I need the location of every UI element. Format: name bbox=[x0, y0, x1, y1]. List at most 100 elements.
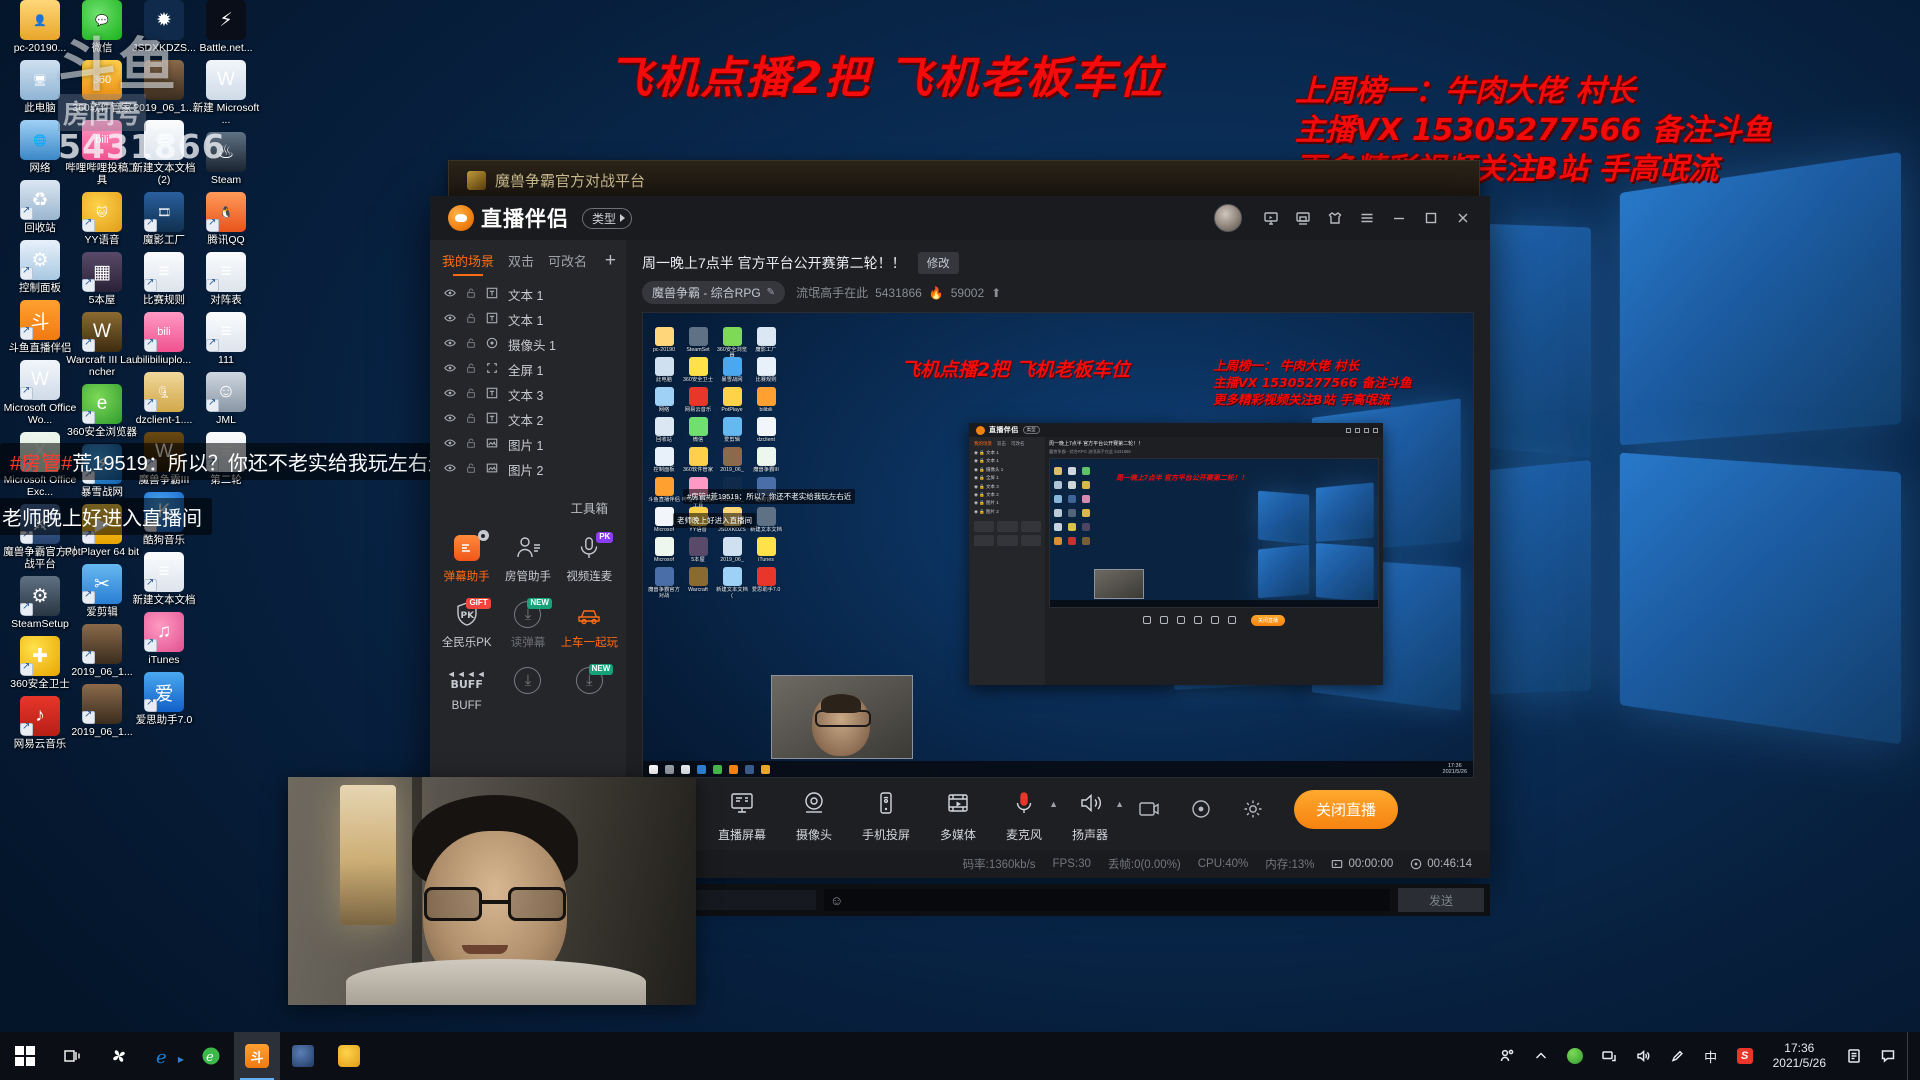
chat-input-field[interactable]: ☺ bbox=[824, 889, 1390, 911]
source-list-item[interactable]: 图片 1 bbox=[430, 432, 626, 457]
desktop-icon[interactable]: W 新建 Microsoft ... bbox=[188, 60, 264, 126]
desktop-icon[interactable]: 爱爱思助手7.0 bbox=[126, 672, 202, 726]
source-list-item[interactable]: 文本 1 bbox=[430, 307, 626, 332]
ie-icon[interactable]: e ▶ bbox=[142, 1032, 188, 1080]
desktop-icon[interactable]: ♫ iTunes bbox=[126, 612, 202, 666]
preview-nested-tab: 双击 bbox=[997, 441, 1006, 446]
scene-tab[interactable]: 双击 bbox=[508, 241, 534, 279]
shirt-icon[interactable] bbox=[1320, 203, 1350, 233]
desktop-icon[interactable]: ≡ 111 bbox=[188, 312, 264, 366]
people-icon[interactable] bbox=[1492, 1032, 1522, 1080]
control-phone-cast-button[interactable]: 手机投屏 bbox=[862, 790, 910, 843]
taskbar-clock[interactable]: 17:36 2021/5/26 bbox=[1764, 1041, 1835, 1071]
screen-share-icon[interactable] bbox=[1256, 203, 1286, 233]
lock-icon[interactable] bbox=[465, 437, 477, 452]
wc3-platform-window[interactable]: 魔兽争霸官方对战平台 bbox=[448, 160, 1480, 200]
toolbox-item[interactable]: ◄◄◄◄ BUFF BUFF bbox=[436, 660, 497, 716]
action-center-icon[interactable] bbox=[1873, 1032, 1903, 1080]
control-microphone-button[interactable]: 麦克风 ▲ bbox=[1006, 790, 1058, 843]
text-icon bbox=[486, 287, 498, 302]
notes-icon[interactable] bbox=[1839, 1032, 1869, 1080]
source-list-item[interactable]: 文本 3 bbox=[430, 382, 626, 407]
lock-icon[interactable] bbox=[465, 362, 477, 377]
smiley-icon[interactable]: ☺ bbox=[830, 893, 843, 908]
edit-title-button[interactable]: 修改 bbox=[917, 252, 959, 274]
minimize-icon[interactable] bbox=[1384, 203, 1414, 233]
yy-cat-icon[interactable] bbox=[326, 1032, 372, 1080]
save-icon[interactable] bbox=[1288, 203, 1318, 233]
menu-icon[interactable] bbox=[1352, 203, 1382, 233]
sogou-icon[interactable]: S bbox=[1730, 1032, 1760, 1080]
visibility-eye-icon[interactable] bbox=[444, 462, 456, 477]
chevron-up-icon[interactable]: ▲ bbox=[1049, 799, 1058, 809]
desktop-icon[interactable]: 🐧 腾讯QQ bbox=[188, 192, 264, 246]
douyu-logo-icon bbox=[448, 205, 474, 231]
settings-gear-icon[interactable] bbox=[1242, 798, 1264, 820]
lock-icon[interactable] bbox=[465, 337, 477, 352]
toolbox-item[interactable]: 上车一起玩 bbox=[559, 594, 620, 654]
toolbox-item[interactable]: NEW 读弹幕 bbox=[497, 594, 558, 654]
gear-icon[interactable] bbox=[477, 530, 489, 541]
source-list-item[interactable]: 图片 2 bbox=[430, 457, 626, 482]
toolbox-item[interactable]: PK GIFT 全民乐PK bbox=[436, 594, 497, 654]
scene-tab[interactable]: 我的场景 bbox=[442, 241, 494, 279]
toolbox-item[interactable] bbox=[497, 660, 558, 716]
chat-send-button[interactable]: 发送 bbox=[1398, 888, 1484, 912]
pen-icon[interactable] bbox=[1662, 1032, 1692, 1080]
toolbox-item[interactable]: NEW bbox=[559, 660, 620, 716]
stream-type-button[interactable]: 类型 bbox=[582, 207, 633, 229]
visibility-eye-icon[interactable] bbox=[444, 412, 456, 427]
source-list-item[interactable]: 文本 1 bbox=[430, 282, 626, 307]
chevron-up-icon[interactable]: ▲ bbox=[1115, 799, 1124, 809]
visibility-eye-icon[interactable] bbox=[444, 387, 456, 402]
lock-icon[interactable] bbox=[465, 287, 477, 302]
desktop-icon[interactable]: ⚡ Battle.net... bbox=[188, 0, 264, 54]
desktop-icon[interactable]: ≡ 新建文本文档 bbox=[126, 552, 202, 606]
user-avatar[interactable] bbox=[1214, 204, 1242, 232]
preview-desktop-icon: 新建文本文档 ( bbox=[715, 567, 749, 599]
stop-live-button[interactable]: 关闭直播 bbox=[1294, 789, 1399, 829]
ime-cn-icon[interactable]: 中 bbox=[1696, 1032, 1726, 1080]
lock-icon[interactable] bbox=[465, 387, 477, 402]
visibility-eye-icon[interactable] bbox=[444, 362, 456, 377]
visibility-eye-icon[interactable] bbox=[444, 312, 456, 327]
desktop-icon[interactable]: ☺ JML bbox=[188, 372, 264, 426]
windows-start-icon[interactable] bbox=[0, 1032, 50, 1080]
control-webcam-button[interactable]: 摄像头 bbox=[796, 790, 832, 843]
close-icon[interactable] bbox=[1448, 203, 1478, 233]
source-list-item[interactable]: 摄像头 1 bbox=[430, 332, 626, 357]
360-shield-icon[interactable] bbox=[1560, 1032, 1590, 1080]
volume-icon[interactable] bbox=[1628, 1032, 1658, 1080]
source-list-item[interactable]: 文本 2 bbox=[430, 407, 626, 432]
lock-icon[interactable] bbox=[465, 312, 477, 327]
toolbox-item[interactable]: PK 视频连麦 bbox=[559, 528, 620, 588]
control-speaker-button[interactable]: 扬声器 ▲ bbox=[1072, 790, 1124, 843]
wc3-icon[interactable] bbox=[280, 1032, 326, 1080]
douyu-icon[interactable]: 斗 bbox=[234, 1032, 280, 1080]
desktop-icon[interactable]: ≡ 对阵表 bbox=[188, 252, 264, 306]
show-desktop-button[interactable] bbox=[1907, 1032, 1914, 1080]
control-media-button[interactable]: 多媒体 bbox=[940, 790, 976, 843]
lock-icon[interactable] bbox=[465, 462, 477, 477]
source-list-item[interactable]: 全屏 1 bbox=[430, 357, 626, 382]
scene-tab[interactable]: 可改名 bbox=[548, 241, 587, 279]
add-scene-button[interactable]: + bbox=[605, 251, 616, 270]
control-monitor-button[interactable]: 直播屏幕 bbox=[718, 790, 766, 843]
visibility-eye-icon[interactable] bbox=[444, 287, 456, 302]
network-icon[interactable] bbox=[1594, 1032, 1624, 1080]
360-browser-icon[interactable]: e bbox=[188, 1032, 234, 1080]
chevron-up-icon[interactable] bbox=[1526, 1032, 1556, 1080]
desktop-icon[interactable]: ♨ Steam bbox=[188, 132, 264, 186]
category-selector[interactable]: 魔兽争霸 - 综合RPG ✎ bbox=[642, 281, 786, 304]
visibility-eye-icon[interactable] bbox=[444, 337, 456, 352]
fan-icon[interactable] bbox=[96, 1032, 142, 1080]
lock-icon[interactable] bbox=[465, 412, 477, 427]
toolbox-item[interactable]: 房管助手 bbox=[497, 528, 558, 588]
record-icon[interactable] bbox=[1138, 798, 1160, 820]
maximize-icon[interactable] bbox=[1416, 203, 1446, 233]
toolbox-item[interactable]: 弹幕助手 bbox=[436, 528, 497, 588]
visibility-eye-icon[interactable] bbox=[444, 437, 456, 452]
preview-eye-icon[interactable] bbox=[1190, 798, 1212, 820]
stream-preview-canvas[interactable]: pc-20190 此电脑 网络 回收站 控制面板 斗鱼直播伴侣 Microsof Micros… bbox=[642, 312, 1474, 778]
task-view-icon[interactable] bbox=[50, 1032, 96, 1080]
